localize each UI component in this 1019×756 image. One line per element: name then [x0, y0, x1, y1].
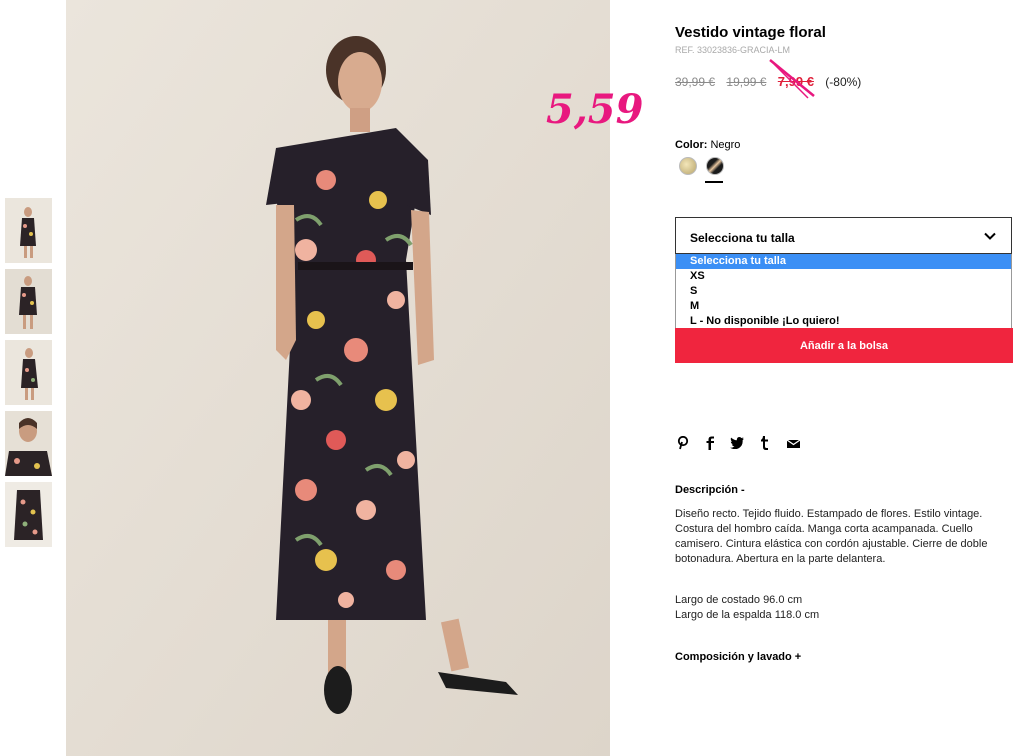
thumbnail-5[interactable] [5, 482, 52, 547]
color-label: Color: [675, 139, 708, 151]
measure-back-length: Largo de la espalda 118.0 cm [675, 609, 820, 621]
size-option-s[interactable]: S [676, 284, 1011, 299]
product-title: Vestido vintage floral [675, 24, 826, 41]
size-dropdown-list: Selecciona tu talla XS S M L - No dispon… [675, 254, 1012, 330]
size-option-xs[interactable]: XS [676, 269, 1011, 284]
chevron-down-icon [984, 232, 996, 240]
facebook-icon[interactable] [702, 436, 718, 454]
pinterest-icon[interactable] [675, 435, 691, 454]
email-icon[interactable] [785, 436, 801, 454]
selected-swatch-indicator [705, 181, 723, 183]
thumbnail-1[interactable] [5, 198, 52, 263]
size-select[interactable]: Selecciona tu talla [675, 217, 1012, 254]
description-heading[interactable]: Descripción - [675, 484, 745, 496]
color-label-row: Color: Negro [675, 139, 740, 151]
size-select-label: Selecciona tu talla [690, 231, 795, 245]
tumblr-icon[interactable] [756, 436, 772, 454]
previous-price: 19,99 € [726, 75, 767, 89]
original-price: 39,99 € [675, 75, 716, 89]
thumbnail-3[interactable] [5, 340, 52, 405]
twitter-icon[interactable] [729, 436, 745, 454]
cream-swatch[interactable] [679, 157, 697, 175]
product-ref: REF. 33023836-GRACIA-LM [675, 45, 791, 55]
composition-heading[interactable]: Composición y lavado + [675, 651, 801, 663]
color-value: Negro [710, 139, 741, 151]
size-option-m[interactable]: M [676, 299, 1011, 314]
thumbnail-list [5, 198, 52, 553]
thumbnail-4[interactable] [5, 411, 52, 476]
handwritten-price: 5,59 [546, 86, 644, 133]
measurements: Largo de costado 96.0 cm Largo de la esp… [675, 593, 819, 623]
description-text: Diseño recto. Tejido fluido. Estampado d… [675, 507, 1010, 567]
product-main-image[interactable] [66, 0, 610, 756]
handwritten-strike-mark [769, 59, 815, 99]
discount-badge: (-80%) [825, 75, 862, 89]
size-option-l[interactable]: L - No disponible ¡Lo quiero! [676, 314, 1011, 329]
size-option[interactable]: Selecciona tu talla [676, 254, 1011, 269]
add-to-bag-button[interactable]: Añadir a la bolsa [675, 328, 1013, 363]
description-body: Diseño recto. Tejido fluido. Estampado d… [675, 508, 988, 565]
measure-side-length: Largo de costado 96.0 cm [675, 594, 803, 606]
black-floral-swatch[interactable] [706, 157, 724, 175]
thumbnail-2[interactable] [5, 269, 52, 334]
